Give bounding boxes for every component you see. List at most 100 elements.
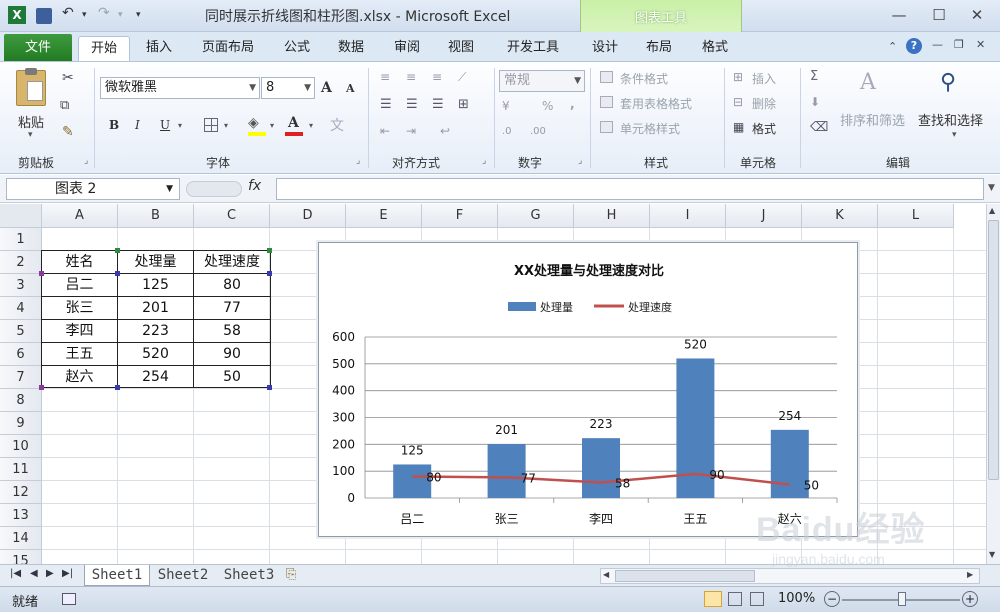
align-top-icon[interactable]: ≡: [380, 70, 390, 84]
undo-icon[interactable]: ↶: [62, 5, 74, 21]
percent-button[interactable]: %: [542, 99, 553, 113]
number-launcher-icon[interactable]: ⌟: [578, 156, 582, 166]
range-handle[interactable]: [39, 271, 44, 276]
column-header[interactable]: E: [346, 204, 422, 228]
row-header[interactable]: 15: [0, 550, 42, 564]
paste-dropdown-icon[interactable]: ▾: [28, 130, 33, 140]
scroll-thumb[interactable]: [988, 220, 999, 480]
table-cell[interactable]: 赵六: [42, 366, 117, 389]
insert-cells-icon[interactable]: ⊞: [733, 70, 743, 84]
conditional-format-button[interactable]: 条件格式: [620, 70, 668, 87]
row-header[interactable]: 11: [0, 458, 42, 481]
name-box[interactable]: 图表 2 ▼: [6, 178, 180, 200]
table-header-cell[interactable]: 处理量: [118, 251, 193, 274]
zoom-level[interactable]: 100%: [778, 591, 815, 606]
row-header[interactable]: 12: [0, 481, 42, 504]
column-header[interactable]: K: [802, 204, 878, 228]
save-icon[interactable]: [36, 8, 52, 24]
zoom-slider-thumb[interactable]: [898, 592, 906, 606]
column-header[interactable]: D: [270, 204, 346, 228]
range-handle[interactable]: [115, 271, 120, 276]
table-cell[interactable]: 254: [118, 366, 193, 389]
table-header-cell[interactable]: 姓名: [42, 251, 117, 274]
font-color-button[interactable]: A: [288, 115, 299, 131]
number-format-combo[interactable]: 常规 ▼: [499, 70, 585, 92]
align-middle-icon[interactable]: ≡: [406, 70, 416, 84]
increase-decimal-icon[interactable]: .0: [502, 126, 512, 137]
range-handle[interactable]: [267, 271, 272, 276]
italic-button[interactable]: I: [135, 118, 140, 132]
table-format-icon[interactable]: [600, 96, 613, 108]
column-header[interactable]: B: [118, 204, 194, 228]
decrease-indent-icon[interactable]: ⇤: [380, 124, 390, 138]
chevron-down-icon[interactable]: ▼: [304, 78, 311, 98]
minimize-button[interactable]: —: [884, 4, 914, 26]
scroll-right-icon[interactable]: ▶: [967, 570, 973, 579]
chevron-down-icon[interactable]: ▼: [166, 179, 173, 199]
format-painter-icon[interactable]: ✎: [62, 124, 74, 140]
underline-dropdown-icon[interactable]: ▾: [178, 121, 182, 130]
next-sheet-icon[interactable]: ▶: [46, 568, 54, 579]
fill-color-icon[interactable]: ◈: [248, 115, 259, 131]
merge-cells-icon[interactable]: ⊞: [458, 97, 469, 112]
tab-review[interactable]: 审阅: [384, 36, 430, 62]
sheet-tab-1[interactable]: Sheet1: [84, 565, 150, 586]
table-cell[interactable]: 125: [118, 274, 193, 297]
range-handle[interactable]: [39, 385, 44, 390]
hscroll-thumb[interactable]: [615, 570, 755, 582]
row-header[interactable]: 1: [0, 228, 42, 251]
underline-button[interactable]: U: [160, 118, 170, 132]
redo-icon[interactable]: ↷: [98, 5, 110, 21]
table-cell[interactable]: 77: [194, 297, 270, 320]
table-cell[interactable]: 520: [118, 343, 193, 366]
row-header[interactable]: 5: [0, 320, 42, 343]
row-header[interactable]: 10: [0, 435, 42, 458]
tab-page-layout[interactable]: 页面布局: [190, 36, 266, 62]
sheet-tab-3[interactable]: Sheet3: [218, 565, 280, 586]
font-launcher-icon[interactable]: ⌟: [356, 156, 360, 166]
column-header[interactable]: F: [422, 204, 498, 228]
font-color-dropdown-icon[interactable]: ▾: [309, 121, 313, 130]
scroll-up-icon[interactable]: ▲: [989, 206, 995, 215]
clipboard-launcher-icon[interactable]: ⌟: [84, 156, 88, 166]
row-header[interactable]: 2: [0, 251, 42, 274]
chart-object[interactable]: XX处理量与处理速度对比 处理量 处理速度 0 100 200 300 400 500 60…: [318, 242, 858, 537]
page-layout-view-icon[interactable]: [728, 592, 742, 606]
table-cell[interactable]: 80: [194, 274, 270, 297]
tab-insert[interactable]: 插入: [136, 36, 182, 62]
chevron-down-icon[interactable]: ▼: [574, 71, 581, 91]
tab-file[interactable]: 文件: [4, 34, 72, 62]
last-sheet-icon[interactable]: ▶|: [62, 568, 73, 579]
column-header[interactable]: A: [42, 204, 118, 228]
formula-divider-knob[interactable]: [186, 181, 242, 197]
insert-function-button[interactable]: fx: [248, 178, 261, 194]
scroll-down-icon[interactable]: ▼: [989, 550, 995, 559]
table-cell[interactable]: 201: [118, 297, 193, 320]
insert-cells-button[interactable]: 插入: [752, 70, 776, 87]
column-header[interactable]: J: [726, 204, 802, 228]
macro-record-icon[interactable]: [62, 593, 76, 605]
window-minimize-icon[interactable]: —: [932, 38, 943, 51]
page-break-view-icon[interactable]: [750, 592, 764, 606]
row-header[interactable]: 7: [0, 366, 42, 389]
maximize-button[interactable]: ☐: [924, 4, 954, 26]
scroll-left-icon[interactable]: ◀: [603, 570, 609, 579]
border-icon[interactable]: [204, 118, 218, 132]
column-header[interactable]: H: [574, 204, 650, 228]
format-as-table-button[interactable]: 套用表格格式: [620, 95, 692, 112]
row-header[interactable]: 14: [0, 527, 42, 550]
align-center-icon[interactable]: ☰: [406, 97, 418, 112]
range-handle[interactable]: [115, 248, 120, 253]
font-size-combo[interactable]: 8 ▼: [261, 77, 315, 99]
range-handle[interactable]: [115, 385, 120, 390]
row-header[interactable]: 8: [0, 389, 42, 412]
clear-icon[interactable]: ⌫: [810, 120, 828, 135]
minimize-ribbon-icon[interactable]: ⌃: [888, 40, 897, 53]
find-dropdown-icon[interactable]: ▾: [952, 130, 957, 140]
normal-view-icon[interactable]: [704, 591, 722, 607]
insert-sheet-icon[interactable]: ⎘: [286, 567, 296, 582]
find-select-button[interactable]: 查找和选择: [918, 110, 983, 129]
table-cell[interactable]: 吕二: [42, 274, 117, 297]
cell-styles-icon[interactable]: [600, 121, 613, 133]
shrink-font-button[interactable]: A: [346, 82, 355, 95]
